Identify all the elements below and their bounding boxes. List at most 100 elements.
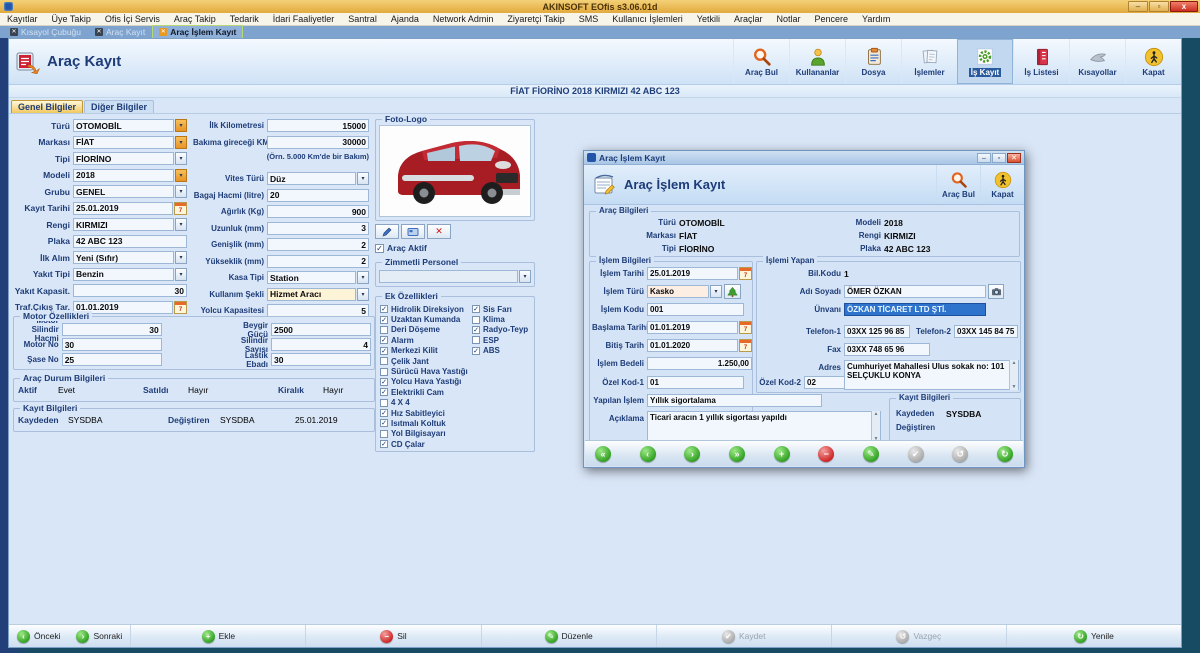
photo-edit-button[interactable] bbox=[375, 224, 399, 239]
checkbox[interactable]: ✓ bbox=[380, 347, 388, 355]
checkbox[interactable]: ✓ bbox=[380, 409, 388, 417]
unvani-field[interactable]: ÖZKAN TİCARET LTD ŞTİ. bbox=[844, 303, 986, 316]
menu-network-admin[interactable]: Network Admin bbox=[426, 14, 501, 24]
minimize-button[interactable]: – bbox=[1128, 1, 1148, 12]
checkbox[interactable]: ✓ bbox=[380, 305, 388, 313]
nav-next-button[interactable]: › bbox=[684, 446, 700, 462]
checkbox[interactable] bbox=[472, 316, 480, 324]
motor-no-field[interactable]: 30 bbox=[62, 338, 162, 351]
menu-notlar[interactable]: Notlar bbox=[770, 14, 808, 24]
sase-no-field[interactable]: 25 bbox=[62, 353, 162, 366]
nav-prev-button[interactable]: ‹ bbox=[640, 446, 656, 462]
menu-yardim[interactable]: Yardım bbox=[855, 14, 897, 24]
bakim-km-field[interactable]: 30000 bbox=[267, 136, 369, 149]
islem-tarihi-field[interactable]: 25.01.2019 bbox=[647, 267, 738, 280]
telefon-1-field[interactable]: 03XX 125 96 85 bbox=[844, 325, 910, 338]
nav-refresh-button[interactable]: ↻ bbox=[997, 446, 1013, 462]
scroll-down-icon[interactable]: ▼ bbox=[1012, 384, 1017, 390]
chevron-down-icon[interactable]: ▾ bbox=[175, 268, 187, 281]
aciklama-textarea[interactable]: Ticari aracın 1 yıllık sigortası yapıldı bbox=[647, 411, 881, 442]
islem-turu-field[interactable]: Kasko bbox=[647, 285, 709, 298]
menu-idari-faaliyetler[interactable]: İdari Faaliyetler bbox=[266, 14, 342, 24]
yenile-button[interactable]: ↻Yenile bbox=[1066, 625, 1122, 647]
kisayollar-button[interactable]: Kısayollar bbox=[1069, 39, 1125, 84]
checkbox[interactable]: ✓ bbox=[375, 244, 384, 253]
islem-kodu-field[interactable]: 001 bbox=[647, 303, 744, 316]
ekle-button[interactable]: +Ekle bbox=[194, 625, 244, 647]
chevron-down-icon[interactable]: ▾ bbox=[710, 285, 722, 298]
scroll-up-icon[interactable]: ▲ bbox=[874, 411, 879, 417]
nav-add-button[interactable]: + bbox=[774, 446, 790, 462]
menu-ziyaretci-takip[interactable]: Ziyaretçi Takip bbox=[500, 14, 571, 24]
menu-pencere[interactable]: Pencere bbox=[808, 14, 856, 24]
modeli-field[interactable]: 2018 bbox=[73, 169, 174, 182]
menu-tedarik[interactable]: Tedarik bbox=[223, 14, 266, 24]
beygir-gucu-field[interactable]: 2500 bbox=[271, 323, 371, 336]
checkbox[interactable]: ✓ bbox=[472, 305, 480, 313]
chevron-down-icon[interactable]: ▾ bbox=[175, 251, 187, 264]
checkbox[interactable] bbox=[380, 357, 388, 365]
nav-delete-button[interactable]: − bbox=[818, 446, 834, 462]
dialog-maximize-button[interactable]: ▫ bbox=[992, 153, 1006, 163]
checkbox[interactable] bbox=[380, 430, 388, 438]
checkbox[interactable]: ✓ bbox=[380, 440, 388, 448]
chevron-down-icon[interactable]: ▾ bbox=[175, 152, 187, 165]
arac-bul-button[interactable]: Araç Bul bbox=[733, 39, 789, 84]
kullananlar-button[interactable]: Kullananlar bbox=[789, 39, 845, 84]
checkbox[interactable] bbox=[380, 399, 388, 407]
vites-field[interactable]: Düz bbox=[267, 172, 356, 185]
sil-button[interactable]: −Sil bbox=[372, 625, 414, 647]
nav-save-button[interactable]: ✔ bbox=[908, 446, 924, 462]
chevron-down-icon[interactable]: ▾ bbox=[175, 185, 187, 198]
bagaj-field[interactable]: 20 bbox=[267, 189, 369, 202]
dialog-kapat-button[interactable]: Kapat bbox=[980, 165, 1024, 204]
kullanim-sekli-field[interactable]: Hizmet Aracı bbox=[267, 288, 356, 301]
chevron-down-icon[interactable]: ▾ bbox=[357, 271, 369, 284]
dialog-minimize-button[interactable]: – bbox=[977, 153, 991, 163]
motor-silindir-hacmi-field[interactable]: 30 bbox=[62, 323, 162, 336]
grubu-field[interactable]: GENEL bbox=[73, 185, 174, 198]
kasa-tipi-field[interactable]: Station bbox=[267, 271, 356, 284]
yakit-kapasite-field[interactable]: 30 bbox=[73, 284, 187, 297]
fax-field[interactable]: 03XX 748 65 96 bbox=[844, 343, 930, 356]
checkbox[interactable]: ✓ bbox=[380, 419, 388, 427]
adi-soyadi-field[interactable]: ÖMER ÖZKAN bbox=[844, 285, 986, 298]
tab-arac-kayit[interactable]: ✕ Araç Kayıt bbox=[89, 26, 151, 38]
checkbox[interactable]: ✓ bbox=[380, 388, 388, 396]
calendar-icon[interactable]: 7 bbox=[739, 339, 752, 352]
duzenle-button[interactable]: ✎Düzenle bbox=[537, 625, 601, 647]
ilk-km-field[interactable]: 15000 bbox=[267, 119, 369, 132]
tab-arac-islem-kayit[interactable]: ✕ Araç İşlem Kayıt bbox=[153, 26, 242, 38]
onceki-button[interactable]: ‹Önceki bbox=[9, 625, 68, 647]
nav-edit-button[interactable]: ✎ bbox=[863, 446, 879, 462]
menu-kullanici-islemleri[interactable]: Kullanıcı İşlemleri bbox=[605, 14, 690, 24]
calendar-icon[interactable]: 7 bbox=[739, 321, 752, 334]
tab-kisayol-cubugu[interactable]: ✕ Kısayol Çubuğu bbox=[4, 26, 87, 38]
maximize-button[interactable]: ▫ bbox=[1149, 1, 1169, 12]
menu-ofis-ici-servis[interactable]: Ofis İçi Servis bbox=[98, 14, 167, 24]
islem-turu-browse-button[interactable] bbox=[724, 284, 741, 299]
kaydet-button[interactable]: ✔Kaydet bbox=[714, 625, 773, 647]
close-icon[interactable]: ✕ bbox=[159, 28, 167, 36]
chevron-down-icon[interactable]: ▾ bbox=[175, 218, 187, 231]
close-icon[interactable]: ✕ bbox=[10, 28, 18, 36]
dialog-close-button[interactable]: ✕ bbox=[1007, 153, 1021, 163]
yukseklik-field[interactable]: 2 bbox=[267, 255, 369, 268]
yapilan-islem-field[interactable]: Yıllık sigortalama bbox=[647, 394, 822, 407]
checkbox[interactable]: ✓ bbox=[472, 347, 480, 355]
chevron-down-icon[interactable]: ▾ bbox=[175, 169, 187, 182]
menu-yetkili[interactable]: Yetkili bbox=[690, 14, 727, 24]
checkbox[interactable] bbox=[472, 336, 480, 344]
checkbox[interactable]: ✓ bbox=[472, 326, 480, 334]
calendar-icon[interactable]: 7 bbox=[174, 301, 187, 314]
photo-card-button[interactable] bbox=[401, 224, 425, 239]
islemler-button[interactable]: İşlemler bbox=[901, 39, 957, 84]
checkbox[interactable] bbox=[380, 368, 388, 376]
tab-genel-bilgiler[interactable]: Genel Bilgiler bbox=[11, 100, 83, 113]
nav-first-button[interactable]: « bbox=[595, 446, 611, 462]
scroll-up-icon[interactable]: ▲ bbox=[1012, 360, 1017, 366]
islem-bedeli-field[interactable]: 1.250,00 bbox=[647, 357, 752, 370]
chevron-down-icon[interactable]: ▾ bbox=[175, 119, 187, 132]
menu-ajanda[interactable]: Ajanda bbox=[384, 14, 426, 24]
menu-sms[interactable]: SMS bbox=[572, 14, 606, 24]
